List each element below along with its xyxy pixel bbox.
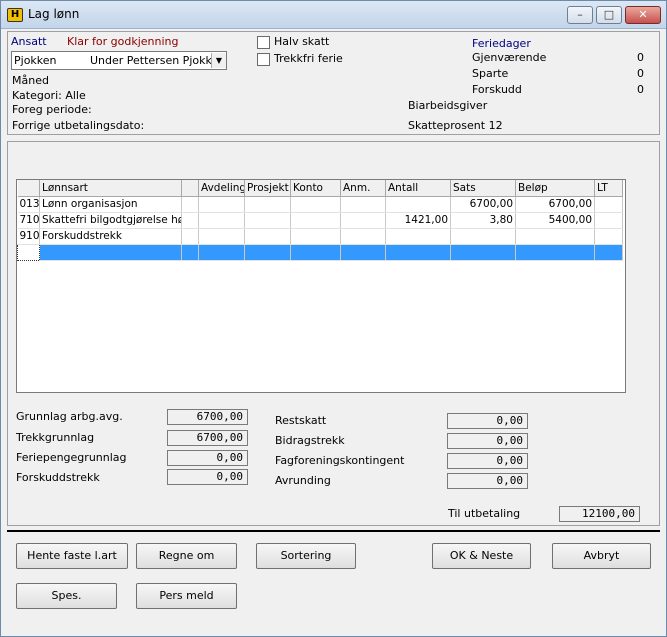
- status-label: Klar for godkjenning: [67, 35, 179, 48]
- table-header-row: Lønnsart Avdeling Prosjekt Konto Anm. An…: [17, 180, 623, 197]
- trekkgrunnlag-label: Trekkgrunnlag: [16, 431, 95, 444]
- divider: [7, 530, 660, 532]
- restskatt-field: 0,00: [447, 413, 528, 429]
- employee-name-value: Under Pettersen Pjokken: [90, 54, 226, 67]
- skatteprosent-label: Skatteprosent 12: [408, 119, 503, 132]
- regne-om-button[interactable]: Regne om: [136, 543, 237, 569]
- employee-combo[interactable]: Pjokken Under Pettersen Pjokken ▼: [11, 51, 227, 70]
- row-sats: [450, 228, 516, 245]
- forskuddstrekk-label: Forskuddstrekk: [16, 471, 100, 484]
- sparte-label: Sparte: [472, 67, 509, 80]
- maximize-button[interactable]: □: [596, 6, 622, 24]
- header-belop[interactable]: Beløp: [515, 180, 595, 197]
- header-antall[interactable]: Antall: [385, 180, 451, 197]
- row-sats: 3,80: [450, 212, 516, 229]
- halv-skatt-label: Halv skatt: [274, 35, 330, 48]
- selected-new-row[interactable]: [17, 243, 623, 261]
- biarbeidsgiver-label: Biarbeidsgiver: [408, 99, 488, 112]
- table-row[interactable]: 910 Forskuddstrekk: [17, 228, 623, 245]
- lag-lonn-window: H Lag lønn – □ ✕ Ansatt Klar for godkjen…: [0, 0, 667, 637]
- table-row[interactable]: 013 Lønn organisasjon 6700,00 6700,00: [17, 196, 623, 213]
- forskudd-ferie-label: Forskudd: [472, 83, 522, 96]
- forskudd-ferie-value: 0: [637, 83, 644, 96]
- row-belop: 5400,00: [515, 212, 595, 229]
- row-name: Forskuddstrekk: [39, 228, 182, 245]
- employee-id-value: Pjokken: [14, 54, 57, 67]
- avrunding-label: Avrunding: [275, 474, 331, 487]
- chevron-down-icon[interactable]: ▼: [211, 53, 226, 68]
- header-avdeling[interactable]: Avdeling: [198, 180, 245, 197]
- bidragstrekk-field: 0,00: [447, 433, 528, 449]
- feriepenge-label: Feriepengegrunnlag: [16, 451, 127, 464]
- app-icon: H: [7, 8, 23, 22]
- title-bar: H Lag lønn – □ ✕: [1, 1, 666, 29]
- row-antall: 1421,00: [385, 212, 451, 229]
- feriepenge-field: 0,00: [167, 450, 248, 466]
- window-title: Lag lønn: [28, 7, 80, 21]
- client-area: Ansatt Klar for godkjenning Pjokken Unde…: [7, 31, 660, 631]
- forrige-utbetaling-label: Forrige utbetalingsdato:: [12, 119, 145, 132]
- salary-lines-grid[interactable]: Lønnsart Avdeling Prosjekt Konto Anm. An…: [16, 179, 626, 393]
- table-row[interactable]: 710 Skattefri bilgodtgjørelse høy 1421,0…: [17, 212, 623, 229]
- ansatt-label: Ansatt: [11, 35, 47, 48]
- avrunding-field: 0,00: [447, 473, 528, 489]
- salary-table: Lønnsart Avdeling Prosjekt Konto Anm. An…: [17, 180, 623, 261]
- row-code: 910: [17, 228, 40, 245]
- row-code: 710: [17, 212, 40, 229]
- avbryt-button[interactable]: Avbryt: [552, 543, 651, 569]
- trekkgrunnlag-field: 6700,00: [167, 430, 248, 446]
- restskatt-label: Restskatt: [275, 414, 327, 427]
- hente-faste-button[interactable]: Hente faste l.art: [16, 543, 128, 569]
- header-anm[interactable]: Anm.: [340, 180, 386, 197]
- spes-button[interactable]: Spes.: [16, 583, 117, 609]
- til-utbetaling-label: Til utbetaling: [448, 507, 521, 520]
- header-sats[interactable]: Sats: [450, 180, 516, 197]
- header-konto[interactable]: Konto: [290, 180, 341, 197]
- halv-skatt-checkbox[interactable]: [257, 36, 270, 49]
- row-belop: [515, 228, 595, 245]
- bidragstrekk-label: Bidragstrekk: [275, 434, 345, 447]
- feriedager-title: Feriedager: [472, 37, 531, 50]
- forskuddstrekk-field: 0,00: [167, 469, 248, 485]
- foreg-periode-label: Foreg periode:: [12, 103, 92, 116]
- row-sats: 6700,00: [450, 196, 516, 213]
- header-indicator: [17, 180, 40, 197]
- header-prosjekt[interactable]: Prosjekt: [244, 180, 291, 197]
- row-antall: [385, 228, 451, 245]
- trekkfri-ferie-label: Trekkfri ferie: [274, 52, 343, 65]
- grunnlag-field: 6700,00: [167, 409, 248, 425]
- grunnlag-label: Grunnlag arbg.avg.: [16, 410, 123, 423]
- header-blank[interactable]: [181, 180, 199, 197]
- minimize-button[interactable]: –: [567, 6, 593, 24]
- sparte-value: 0: [637, 67, 644, 80]
- ok-neste-button[interactable]: OK & Neste: [432, 543, 531, 569]
- header-lt[interactable]: LT: [594, 180, 623, 197]
- til-utbetaling-field: 12100,00: [559, 506, 640, 522]
- maned-label: Måned: [12, 74, 49, 87]
- row-name: Lønn organisasjon: [39, 196, 182, 213]
- close-button[interactable]: ✕: [625, 6, 661, 24]
- row-belop: 6700,00: [515, 196, 595, 213]
- row-name: Skattefri bilgodtgjørelse høy: [39, 212, 182, 229]
- row-antall: [385, 196, 451, 213]
- fagforening-label: Fagforeningskontingent: [275, 454, 405, 467]
- fagforening-field: 0,00: [447, 453, 528, 469]
- gjenvaerende-value: 0: [637, 51, 644, 64]
- trekkfri-ferie-checkbox[interactable]: [257, 53, 270, 66]
- gjenvaerende-label: Gjenværende: [472, 51, 547, 64]
- kategori-label: Kategori: Alle: [12, 89, 86, 102]
- sortering-button[interactable]: Sortering: [256, 543, 356, 569]
- row-indicator[interactable]: [17, 243, 40, 261]
- pers-meld-button[interactable]: Pers meld: [136, 583, 237, 609]
- row-code: 013: [17, 196, 40, 213]
- header-lonnsart[interactable]: Lønnsart: [39, 180, 182, 197]
